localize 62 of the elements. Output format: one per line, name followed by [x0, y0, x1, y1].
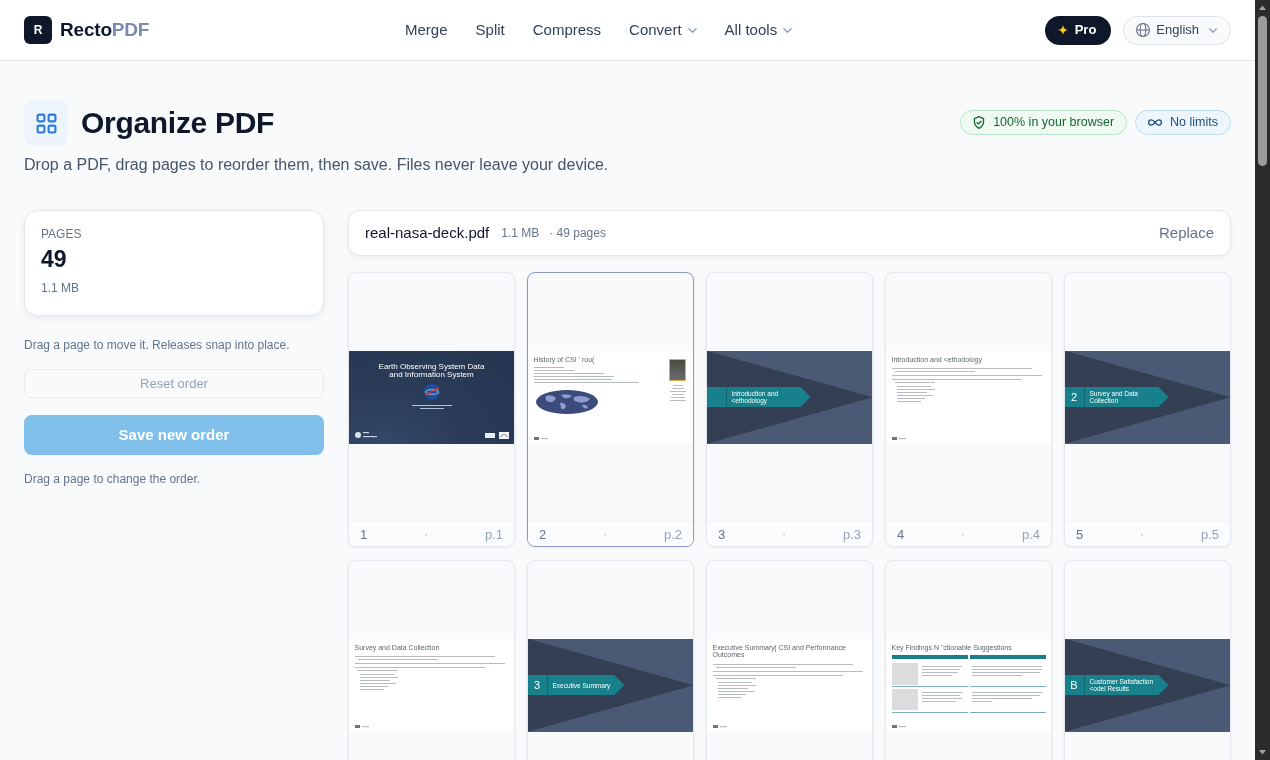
logo-mark[interactable]: R	[24, 16, 52, 44]
page-number: 3	[718, 525, 726, 544]
page-number: 5	[1076, 525, 1084, 544]
world-map-drawing	[535, 390, 598, 414]
separator: ·	[961, 527, 965, 543]
pro-button[interactable]: Pro	[1044, 15, 1112, 45]
page-number: 4	[897, 525, 905, 544]
chevron-down-icon	[687, 27, 697, 33]
section-number: 3	[528, 675, 548, 695]
footer-logo-icon	[354, 724, 369, 728]
page-title: Organize PDF	[81, 105, 275, 141]
feature-badge: No limits	[1135, 110, 1231, 135]
page-label: p.3	[842, 525, 861, 544]
chevron-down-icon	[783, 27, 793, 33]
move-hint: Drag a page to move it. Releases snap into place.	[24, 338, 291, 352]
infinity-icon	[1148, 119, 1163, 126]
slide-title: Earth Observing System Data and Information System	[377, 362, 486, 379]
separator: ·	[782, 527, 786, 543]
nav-link[interactable]: Compress	[532, 16, 602, 44]
file-name: real-nasa-deck.pdf	[365, 222, 490, 243]
page-card[interactable]: Earth Observing System Data and Information System 1 · p.1	[348, 272, 515, 547]
page-label: p.5	[1200, 525, 1219, 544]
page-number: 1	[360, 525, 368, 544]
page-number: 2	[539, 525, 547, 544]
round-logo-icon	[423, 383, 440, 400]
emblem-icon	[354, 430, 377, 439]
globe-icon	[1136, 23, 1151, 37]
text-lines-drawing	[411, 404, 452, 410]
page-label: p.1	[484, 525, 503, 544]
replace-link[interactable]: Replace	[1158, 221, 1214, 245]
page-total: · 49 pages	[549, 225, 606, 242]
separator: ·	[1140, 527, 1144, 543]
stat-label: PAGES	[41, 227, 83, 241]
nav-link[interactable]: Merge	[405, 16, 448, 44]
text-lines-drawing	[668, 383, 687, 402]
order-hint: Drag a page to change the order.	[24, 472, 202, 486]
footer-logo-icon	[891, 724, 906, 728]
footer-logo-icon	[533, 436, 548, 440]
nav-dropdown[interactable]: Convert	[629, 16, 697, 44]
nav-dropdown[interactable]: All tools	[724, 16, 793, 44]
page-label: p.4	[1021, 525, 1040, 544]
file-size: 1.1 MB	[41, 281, 80, 295]
page-label: p.2	[663, 525, 682, 544]
page-count: 49	[41, 245, 68, 273]
shield-check-icon	[973, 116, 986, 129]
footer-logo-icon	[712, 724, 727, 728]
section-number: B	[1065, 675, 1085, 695]
sparkle-icon	[1057, 25, 1068, 35]
file-size: 1.1 MB	[501, 225, 540, 242]
nav-link[interactable]: Split	[475, 16, 505, 44]
footer-logo-icon	[891, 436, 906, 440]
separator: ·	[424, 527, 428, 543]
privacy-badge: 100% in your browser	[960, 110, 1128, 135]
partner-logos-drawing	[484, 431, 509, 439]
photo-placeholder	[669, 358, 686, 381]
section-number: 2	[1065, 387, 1085, 407]
chevron-down-icon	[1209, 27, 1217, 33]
separator: ·	[603, 527, 607, 543]
grid-icon	[24, 100, 68, 146]
language-dropdown[interactable]: English	[1123, 15, 1231, 45]
brand-name[interactable]: RectoPDF	[60, 15, 150, 45]
page-subtitle: Drop a PDF, drag pages to reorder them, then save. Files never leave your device.	[24, 155, 610, 175]
